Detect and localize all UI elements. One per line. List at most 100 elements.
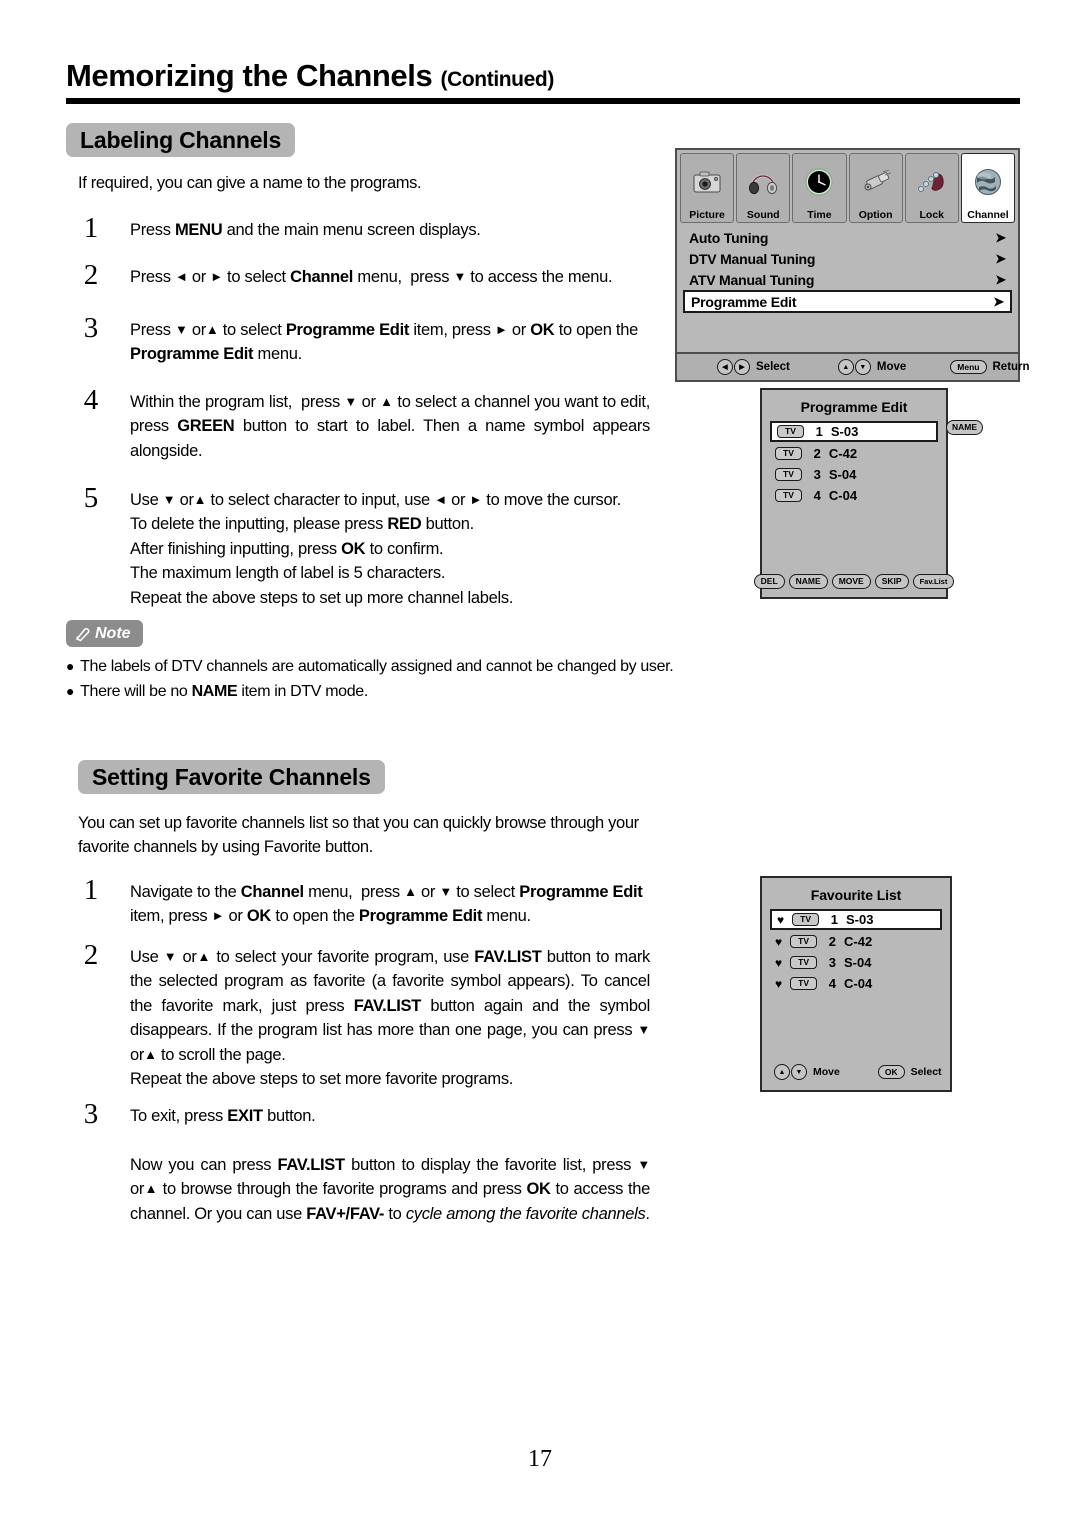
note-bullet-list: ● The labels of DTV channels are automat… — [66, 655, 766, 705]
note-bullet-text: There will be no NAME item in DTV mode. — [80, 682, 368, 700]
tv-tag: TV — [777, 425, 804, 438]
step-text: Press ◄ or ► to select Channel menu, pre… — [130, 268, 613, 286]
camera-icon — [681, 154, 733, 209]
table-row[interactable]: TV 1 S-03 — [770, 421, 938, 442]
osd-footer-label: Move — [876, 361, 907, 373]
panel-title: Programme Edit — [800, 399, 908, 415]
page-number: 17 — [528, 1446, 552, 1472]
clock-icon — [793, 154, 845, 209]
del-button[interactable]: DEL — [753, 574, 785, 589]
table-row[interactable]: ♥ TV 3 S-04 — [770, 953, 942, 972]
name-symbol-badge: NAME — [946, 420, 984, 435]
table-row[interactable]: ♥ TV 2 C-42 — [770, 932, 942, 951]
page-title-text: Memorizing the Channels — [66, 58, 433, 93]
osd-tab-sound[interactable]: Sound — [736, 153, 791, 223]
title-divider — [66, 98, 1020, 104]
tv-tag: TV — [775, 447, 802, 460]
channel-name: C-04 — [844, 976, 873, 991]
channel-number: 2 — [828, 934, 836, 949]
channel-name: S-03 — [846, 912, 874, 927]
move-button[interactable]: MOVE — [831, 574, 871, 589]
step-number: 1 — [83, 212, 99, 244]
step-4-labeling: 4 Within the program list, press ▼ or ▲ … — [78, 384, 651, 463]
page-title-continued: (Continued) — [440, 68, 555, 91]
osd-tab-picture[interactable]: Picture — [680, 153, 735, 223]
pencil-icon — [75, 627, 90, 641]
favourite-list: ♥ TV 1 S-03 ♥ TV 2 C-42 ♥ TV 3 S-04 ♥ TV… — [762, 909, 950, 993]
chevron-right-icon: ➤ — [995, 251, 1006, 266]
step-3-favorite: 3 To exit, press EXIT button. Now you can… — [78, 1098, 651, 1226]
step-1-favorite: 1 Navigate to the Channel menu, press ▲ … — [78, 874, 658, 929]
osd-item-atv-manual-tuning[interactable]: ATV Manual Tuning ➤ — [683, 269, 1012, 290]
manual-page: Memorizing the Channels (Continued) Labe… — [0, 0, 1080, 1527]
favourite-footer-move: ▲ ▼ Move — [774, 1064, 840, 1080]
osd-tab-label: Option — [858, 209, 893, 221]
osd-tab-label: Time — [807, 209, 832, 221]
favourite-list-footer: ▲ ▼ Move OK Select — [762, 1064, 950, 1080]
step-2-favorite: 2 Use ▼ or▲ to select your favorite prog… — [78, 939, 651, 1091]
table-row[interactable]: ♥ TV 4 C-04 — [770, 974, 942, 993]
channel-name: S-04 — [844, 955, 872, 970]
heart-icon: ♥ — [775, 934, 783, 949]
table-row[interactable]: TV 2 C-42 — [770, 444, 938, 463]
osd-tab-label: Lock — [919, 209, 945, 221]
tv-tag: TV — [790, 977, 817, 990]
step-number: 2 — [83, 259, 99, 291]
menu-key-icon: Menu — [950, 360, 987, 374]
headphones-icon — [737, 154, 789, 209]
labeling-intro-text: If required, you can give a name to the … — [78, 174, 422, 192]
tv-tag: TV — [775, 468, 802, 481]
table-row[interactable]: TV 4 C-04 — [770, 486, 938, 505]
skip-button[interactable]: SKIP — [874, 574, 909, 589]
osd-tab-bar: Picture Sound Time Option Lock Channel — [677, 150, 1018, 223]
osd-item-label: ATV Manual Tuning — [689, 271, 815, 288]
left-right-arrow-icon: ◀ ▶ — [717, 359, 750, 375]
favorite-intro-text: You can set up favorite channels list so… — [78, 814, 639, 856]
osd-tab-label: Picture — [689, 209, 725, 221]
osd-item-auto-tuning[interactable]: Auto Tuning ➤ — [683, 227, 1012, 248]
osd-tab-time[interactable]: Time — [792, 153, 847, 223]
step-number: 3 — [83, 1098, 99, 1130]
favourite-footer-label: Select — [910, 1066, 942, 1078]
note-badge: Note — [66, 620, 143, 647]
step-1-labeling: 1 Press MENU and the main menu screen di… — [78, 212, 658, 244]
osd-menu-items: Auto Tuning ➤ DTV Manual Tuning ➤ ATV Ma… — [677, 223, 1018, 313]
bullet-icon: ● — [66, 658, 75, 674]
osd-item-label: Programme Edit — [691, 293, 797, 310]
osd-footer-return: Menu Return — [950, 360, 1030, 374]
tv-tag: TV — [792, 913, 819, 926]
programme-list: TV 1 S-03 TV 2 C-42 TV 3 S-04 TV 4 C-04 — [762, 421, 946, 505]
note-bullet-text: The labels of DTV channels are automatic… — [80, 658, 674, 675]
up-down-arrow-icon: ▲ ▼ — [774, 1064, 807, 1080]
table-row[interactable]: TV 3 S-04 — [770, 465, 938, 484]
channel-number: 1 — [815, 424, 823, 439]
step-text: To exit, press EXIT button. Now you can p… — [130, 1107, 650, 1223]
note-label: Note — [95, 624, 131, 642]
osd-main-menu: Picture Sound Time Option Lock Channel A… — [675, 148, 1030, 382]
osd-tab-lock[interactable]: Lock — [904, 153, 959, 223]
name-button[interactable]: NAME — [788, 574, 828, 589]
channel-number: 3 — [828, 955, 836, 970]
channel-name: C-04 — [828, 488, 858, 503]
osd-item-dtv-manual-tuning[interactable]: DTV Manual Tuning ➤ — [683, 248, 1012, 269]
osd-programme-edit-panel: Programme Edit TV 1 S-03 TV 2 C-42 TV 3 … — [753, 388, 955, 599]
section-heading-setting-favorite-channels: Setting Favorite Channels — [78, 760, 385, 794]
osd-tab-channel[interactable]: Channel — [960, 153, 1016, 223]
channel-name: C-42 — [844, 934, 873, 949]
padlock-chain-icon — [906, 154, 958, 209]
step-text: Use ▼ or▲ to select character to input, … — [130, 491, 621, 607]
ok-key-icon: OK — [877, 1065, 905, 1079]
channel-number: 1 — [830, 912, 838, 927]
osd-item-programme-edit[interactable]: Programme Edit ➤ — [683, 290, 1012, 313]
osd-footer-bar: ◀ ▶ Select ▲ ▼ Move Menu Return — [677, 352, 1030, 380]
osd-footer-label: Select — [756, 361, 790, 373]
table-row[interactable]: ♥ TV 1 S-03 — [770, 909, 942, 930]
note-bullet-item: ● The labels of DTV channels are automat… — [66, 655, 766, 680]
fav-list-button[interactable]: Fav.List — [912, 574, 955, 589]
channel-number: 2 — [813, 446, 821, 461]
step-5-labeling: 5 Use ▼ or▲ to select character to input… — [78, 482, 660, 610]
osd-tab-option[interactable]: Option — [848, 153, 903, 223]
channel-name: S-04 — [828, 467, 857, 482]
page-title: Memorizing the Channels (Continued) — [66, 58, 1026, 94]
step-2-labeling: 2 Press ◄ or ► to select Channel menu, p… — [78, 259, 678, 291]
